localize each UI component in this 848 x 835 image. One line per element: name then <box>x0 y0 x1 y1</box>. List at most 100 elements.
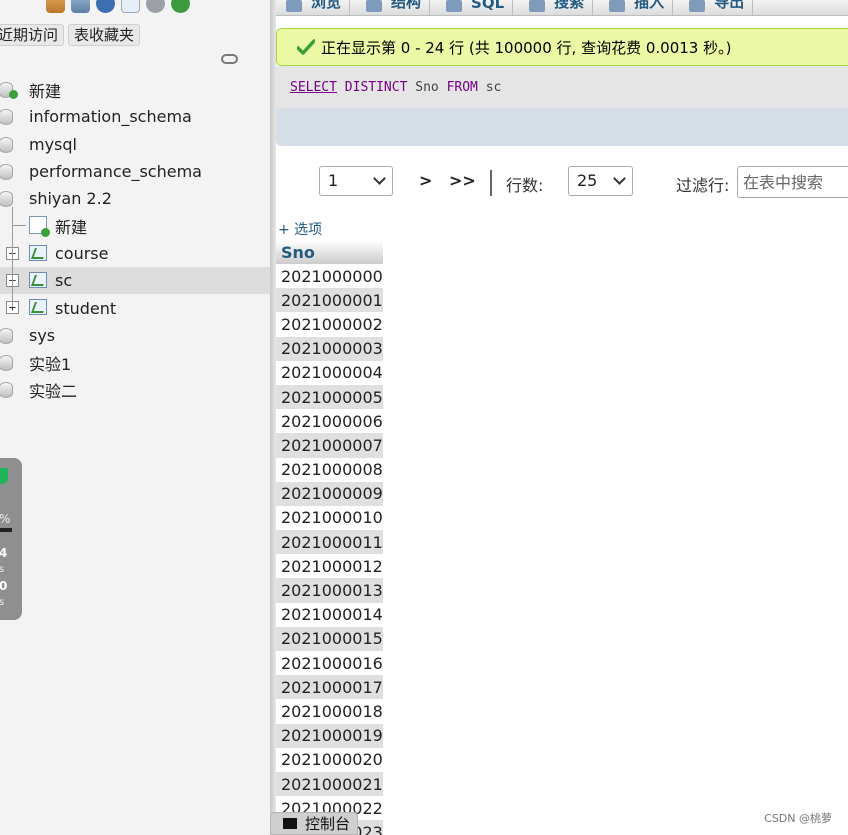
tree-item-sc[interactable]: + sc <box>0 267 270 295</box>
database-icon <box>0 382 13 399</box>
tab-export[interactable]: 导出 <box>673 0 754 16</box>
pagination-bar: 1 > >> 行数: 25 过滤行: <box>276 166 848 198</box>
table-row[interactable]: 2021000000 <box>276 264 383 289</box>
tree-item-label: 实验二 <box>29 381 78 401</box>
table-row[interactable]: 2021000016 <box>276 651 383 676</box>
tree-item-shiyan[interactable]: shiyan 2.2 <box>0 185 270 212</box>
table-row[interactable]: 2021000010 <box>276 505 383 531</box>
search-icon <box>529 0 546 12</box>
page-select[interactable]: 1 <box>319 166 393 196</box>
table-row[interactable]: 2021000019 <box>276 723 383 748</box>
tree-item-shiyan2[interactable]: 实验二 <box>0 376 270 403</box>
documentation-icon[interactable] <box>121 0 140 13</box>
filter-search-input[interactable] <box>737 166 848 198</box>
table-row[interactable]: 2021000002 <box>276 312 383 337</box>
table-row[interactable]: 2021000008 <box>276 457 383 482</box>
message-text: 正在显示第 0 - 24 行 (共 100000 行, 查询花费 0.0013 … <box>321 38 732 57</box>
table-row[interactable]: 2021000003 <box>276 336 383 361</box>
export-icon <box>689 0 706 12</box>
database-icon <box>0 327 13 344</box>
sql-column: Sno <box>415 80 439 95</box>
shield-icon <box>0 468 8 484</box>
tree-item-label: information_schema <box>29 107 192 127</box>
table-row[interactable]: 2021000013 <box>276 578 383 603</box>
table-row[interactable]: 2021000001 <box>276 288 383 313</box>
tab-browse[interactable]: 浏览 <box>276 0 351 16</box>
cell-sno: 2021000014 <box>276 602 383 627</box>
main-panel: 浏览 结构 SQL 搜索 插入 导出 正在显示第 0 - 24 行 (共 100… <box>276 0 848 835</box>
table-row[interactable]: 2021000015 <box>276 626 383 651</box>
help-icon[interactable] <box>96 0 115 13</box>
last-page-button[interactable]: >> <box>449 171 476 190</box>
tree-connector <box>12 225 26 227</box>
tab-label: 导出 <box>714 0 745 11</box>
watermark: CSDN @桃萝 <box>764 812 832 825</box>
cell-sno: 2021000005 <box>276 384 383 410</box>
link-icon[interactable] <box>221 54 238 64</box>
rows-select-value: 25 <box>577 171 598 190</box>
database-icon <box>0 163 13 180</box>
console-button[interactable]: 控制台 <box>270 812 358 835</box>
cell-sno: 2021000015 <box>276 626 383 651</box>
table-row[interactable]: 2021000007 <box>276 433 383 458</box>
reload-icon[interactable] <box>171 0 190 13</box>
sql-keyword-select[interactable]: SELECT <box>290 80 337 95</box>
database-icon[interactable] <box>71 0 90 13</box>
tree-item-label: student <box>55 298 117 318</box>
tab-structure[interactable]: 结构 <box>350 0 431 16</box>
tab-label: SQL <box>471 0 505 12</box>
tab-favorites[interactable]: 表收藏夹 <box>68 24 141 46</box>
system-monitor-widget[interactable]: % 4 s 0 s <box>0 458 22 620</box>
console-icon <box>283 818 297 829</box>
table-row[interactable]: 2021000012 <box>276 554 383 579</box>
cell-sno: 2021000002 <box>276 312 383 337</box>
table-row[interactable]: 2021000004 <box>276 360 383 385</box>
cell-sno: 2021000008 <box>276 457 383 482</box>
table-row[interactable]: 2021000020 <box>276 747 383 772</box>
tree-item-mysql[interactable]: mysql <box>0 131 270 158</box>
tab-insert[interactable]: 插入 <box>593 0 674 16</box>
cell-sno: 2021000011 <box>276 530 383 555</box>
table-row[interactable]: 2021000017 <box>276 675 383 700</box>
cell-sno: 2021000017 <box>276 675 383 700</box>
sql-icon <box>446 0 463 12</box>
table-row[interactable]: 2021000005 <box>276 384 383 410</box>
tree-item-student[interactable]: + student <box>0 294 270 321</box>
tree-item-shiyan1[interactable]: 实验1 <box>0 349 270 376</box>
rows-select[interactable]: 25 <box>568 166 633 196</box>
column-header-sno[interactable]: Sno <box>276 240 383 264</box>
gear-icon[interactable] <box>146 0 165 13</box>
tree-item-label: shiyan 2.2 <box>29 189 112 209</box>
chevron-down-icon <box>613 172 626 185</box>
home-icon[interactable] <box>46 0 65 13</box>
table-row[interactable]: 2021000014 <box>276 602 383 627</box>
tree-item-sys[interactable]: sys <box>0 322 270 349</box>
check-icon <box>297 38 315 56</box>
tree-item-label: 实验1 <box>29 354 72 374</box>
browse-icon <box>286 0 302 12</box>
cell-sno: 2021000003 <box>276 336 383 361</box>
nav-toolbar <box>46 0 190 16</box>
cell-sno: 2021000000 <box>276 264 383 289</box>
table-row[interactable]: 2021000011 <box>276 530 383 555</box>
insert-icon <box>609 0 626 12</box>
tab-recent[interactable]: 近期访问 <box>0 24 65 46</box>
widget-bar <box>0 528 12 532</box>
sql-keyword-distinct: DISTINCT <box>344 80 408 95</box>
widget-unit-1: s <box>0 564 5 575</box>
table-row[interactable]: 2021000009 <box>276 481 383 506</box>
tree-item-information-schema[interactable]: information_schema <box>0 103 270 130</box>
tab-search[interactable]: 搜索 <box>513 0 594 16</box>
next-page-button[interactable]: > <box>419 171 432 190</box>
sql-query[interactable]: SELECT DISTINCT Sno FROM sc <box>276 66 848 108</box>
tree-item-new-table[interactable]: 新建 <box>0 212 270 239</box>
tree-item-performance-schema[interactable]: performance_schema <box>0 158 270 185</box>
table-row[interactable]: 2021000006 <box>276 409 383 434</box>
cell-sno: 2021000009 <box>276 481 383 506</box>
options-link[interactable]: + 选项 <box>278 219 322 239</box>
tree-item-course[interactable]: + course <box>0 240 270 267</box>
table-row[interactable]: 2021000018 <box>276 699 383 724</box>
tree-item-new-database[interactable]: 新建 <box>0 76 270 103</box>
table-row[interactable]: 2021000021 <box>276 771 383 797</box>
tab-sql[interactable]: SQL <box>430 0 514 16</box>
